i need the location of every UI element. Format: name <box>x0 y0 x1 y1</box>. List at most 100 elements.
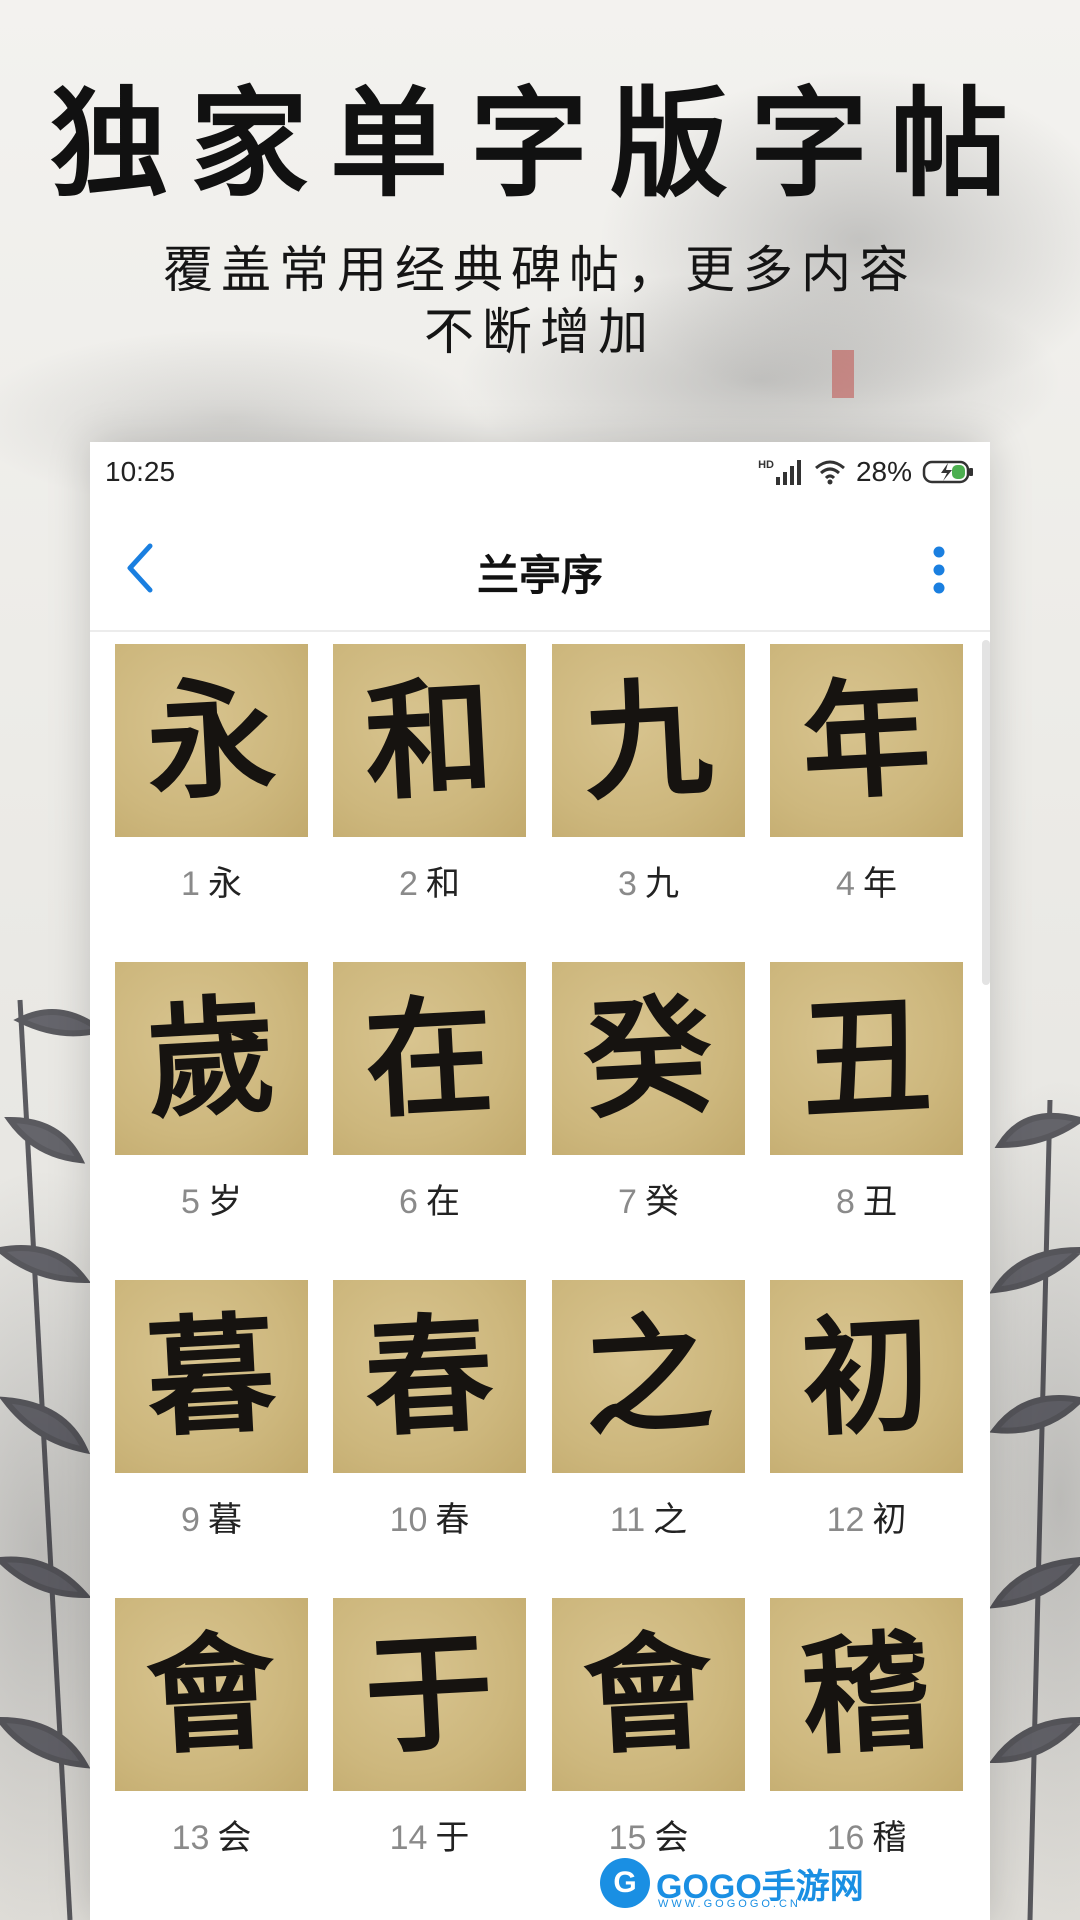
character-number: 5 <box>181 1183 200 1221</box>
character-number: 3 <box>618 865 637 903</box>
character-caption: 14 于 <box>333 1810 526 1859</box>
character-label: 稽 <box>872 1818 907 1858</box>
character-number: 4 <box>836 865 855 903</box>
character-caption: 10 春 <box>333 1492 526 1541</box>
watermark-logo: G <box>600 1858 650 1908</box>
calligraphy-image: 和 <box>333 644 526 837</box>
calligraphy-image: 永 <box>115 644 308 837</box>
character-cell[interactable]: 在 6在 <box>333 962 526 1262</box>
character-number: 12 <box>826 1501 865 1539</box>
promo-subline-1: 覆盖常用经典碑帖，更多内容 <box>163 241 917 299</box>
calligraphy-glyph: 和 <box>361 662 498 819</box>
character-cell[interactable]: 初 12 初 <box>770 1280 963 1580</box>
character-label: 暮 <box>207 1500 242 1540</box>
calligraphy-image: 之 <box>552 1280 745 1473</box>
calligraphy-image: 在 <box>333 962 526 1155</box>
page-title: 兰亭序 <box>476 551 603 600</box>
more-menu-button[interactable] <box>924 540 954 600</box>
character-label: 春 <box>435 1500 470 1540</box>
character-label: 和 <box>425 864 460 904</box>
status-bar: 10:25 HD 28% <box>90 442 990 504</box>
calligraphy-glyph: 九 <box>580 662 717 819</box>
calligraphy-image: 會 <box>115 1598 308 1791</box>
character-caption: 13 会 <box>115 1810 308 1859</box>
character-caption: 2和 <box>333 856 526 905</box>
calligraphy-glyph: 會 <box>580 1616 717 1773</box>
character-cell[interactable]: 之 11 之 <box>552 1280 745 1580</box>
character-cell[interactable]: 永1永 <box>115 644 308 944</box>
status-time: 10:25 <box>105 456 176 487</box>
calligraphy-image: 初 <box>770 1280 963 1473</box>
scrollbar[interactable] <box>982 640 990 985</box>
character-label: 癸 <box>644 1182 679 1222</box>
character-cell[interactable]: 歲 5岁 <box>115 962 308 1262</box>
phone-screen: 10:25 HD 28% 兰亭序 永 1 永 和 2 和 九 3 九 年 4 年… <box>90 442 990 1920</box>
character-number: 10 <box>389 1501 428 1539</box>
app-bar: 兰亭序 <box>90 504 990 632</box>
character-caption: 16 稽 <box>770 1810 963 1859</box>
character-cell[interactable]: 丑 8丑 <box>770 962 963 1262</box>
calligraphy-image: 丑 <box>770 962 963 1155</box>
signal-icon: HD <box>758 459 804 485</box>
character-cell[interactable]: 稽 16 稽 <box>770 1598 963 1898</box>
character-caption: 4年 <box>770 856 963 905</box>
character-caption: 5岁 <box>115 1174 308 1223</box>
character-caption: 8丑 <box>770 1174 963 1223</box>
promo-headline: 独家单字版字帖 <box>49 74 1030 213</box>
calligraphy-glyph: 永 <box>143 662 280 819</box>
character-label: 会 <box>654 1818 689 1858</box>
calligraphy-image: 稽 <box>770 1598 963 1791</box>
character-label: 九 <box>644 864 679 904</box>
character-cell[interactable]: 年4年 <box>770 644 963 944</box>
character-cell[interactable]: 九3九 <box>552 644 745 944</box>
status-icons: HD 28% <box>758 454 976 490</box>
calligraphy-glyph: 春 <box>361 1298 498 1455</box>
character-number: 6 <box>399 1183 418 1221</box>
character-caption: 3九 <box>552 856 745 905</box>
character-cell[interactable]: 于 14 于 <box>333 1598 526 1898</box>
character-cell[interactable]: 和2和 <box>333 644 526 944</box>
battery-charging-icon <box>922 460 973 484</box>
character-caption: 15 会 <box>552 1810 745 1859</box>
calligraphy-image: 暮 <box>115 1280 308 1473</box>
character-label: 岁 <box>207 1182 242 1222</box>
character-grid: 永 1 永和 2 和九 3 九年 4 年歲 5 岁在 6 在癸 7 癸丑 8 丑暮 9 暮春 10 春之 11 之初 12 初會… <box>90 632 990 1920</box>
character-caption: 1永 <box>115 856 308 905</box>
calligraphy-glyph: 暮 <box>143 1298 280 1455</box>
character-number: 7 <box>618 1183 637 1221</box>
promo-subline-2: 不断增加 <box>424 303 656 361</box>
character-number: 13 <box>171 1819 210 1857</box>
calligraphy-image: 年 <box>770 644 963 837</box>
character-label: 于 <box>435 1818 470 1858</box>
calligraphy-glyph: 在 <box>361 980 498 1137</box>
calligraphy-glyph: 稽 <box>798 1616 935 1773</box>
character-number: 11 <box>609 1501 646 1539</box>
character-label: 永 <box>207 864 242 904</box>
character-number: 14 <box>389 1819 428 1857</box>
watermark-subtext: WWW.GOGOGO.CN <box>658 1898 801 1910</box>
calligraphy-glyph: 年 <box>798 662 935 819</box>
character-caption: 6在 <box>333 1174 526 1223</box>
character-cell[interactable]: 會 15 会 <box>552 1598 745 1898</box>
more-vertical-icon <box>933 546 945 594</box>
character-label: 会 <box>217 1818 252 1858</box>
character-cell[interactable]: 會 13 会 <box>115 1598 308 1898</box>
calligraphy-glyph: 會 <box>143 1616 280 1773</box>
calligraphy-image: 歲 <box>115 962 308 1155</box>
character-label: 年 <box>862 864 897 904</box>
battery-percent: 28% <box>855 456 912 487</box>
character-cell[interactable]: 春 10 春 <box>333 1280 526 1580</box>
character-cell[interactable]: 癸7癸 <box>552 962 745 1262</box>
calligraphy-glyph: 于 <box>361 1616 498 1773</box>
character-cell[interactable]: 暮9暮 <box>115 1280 308 1580</box>
calligraphy-glyph: 癸 <box>580 980 717 1137</box>
calligraphy-image: 癸 <box>552 962 745 1155</box>
calligraphy-glyph: 初 <box>798 1298 935 1455</box>
character-caption: 11 之 <box>552 1492 745 1541</box>
character-number: 16 <box>826 1819 865 1857</box>
watermark: G GOGO手游网 WWW.GOGOGO.CN <box>600 1858 864 1910</box>
calligraphy-glyph: 丑 <box>798 980 935 1137</box>
calligraphy-image: 春 <box>333 1280 526 1473</box>
character-caption: 7癸 <box>552 1174 745 1223</box>
calligraphy-image: 九 <box>552 644 745 837</box>
